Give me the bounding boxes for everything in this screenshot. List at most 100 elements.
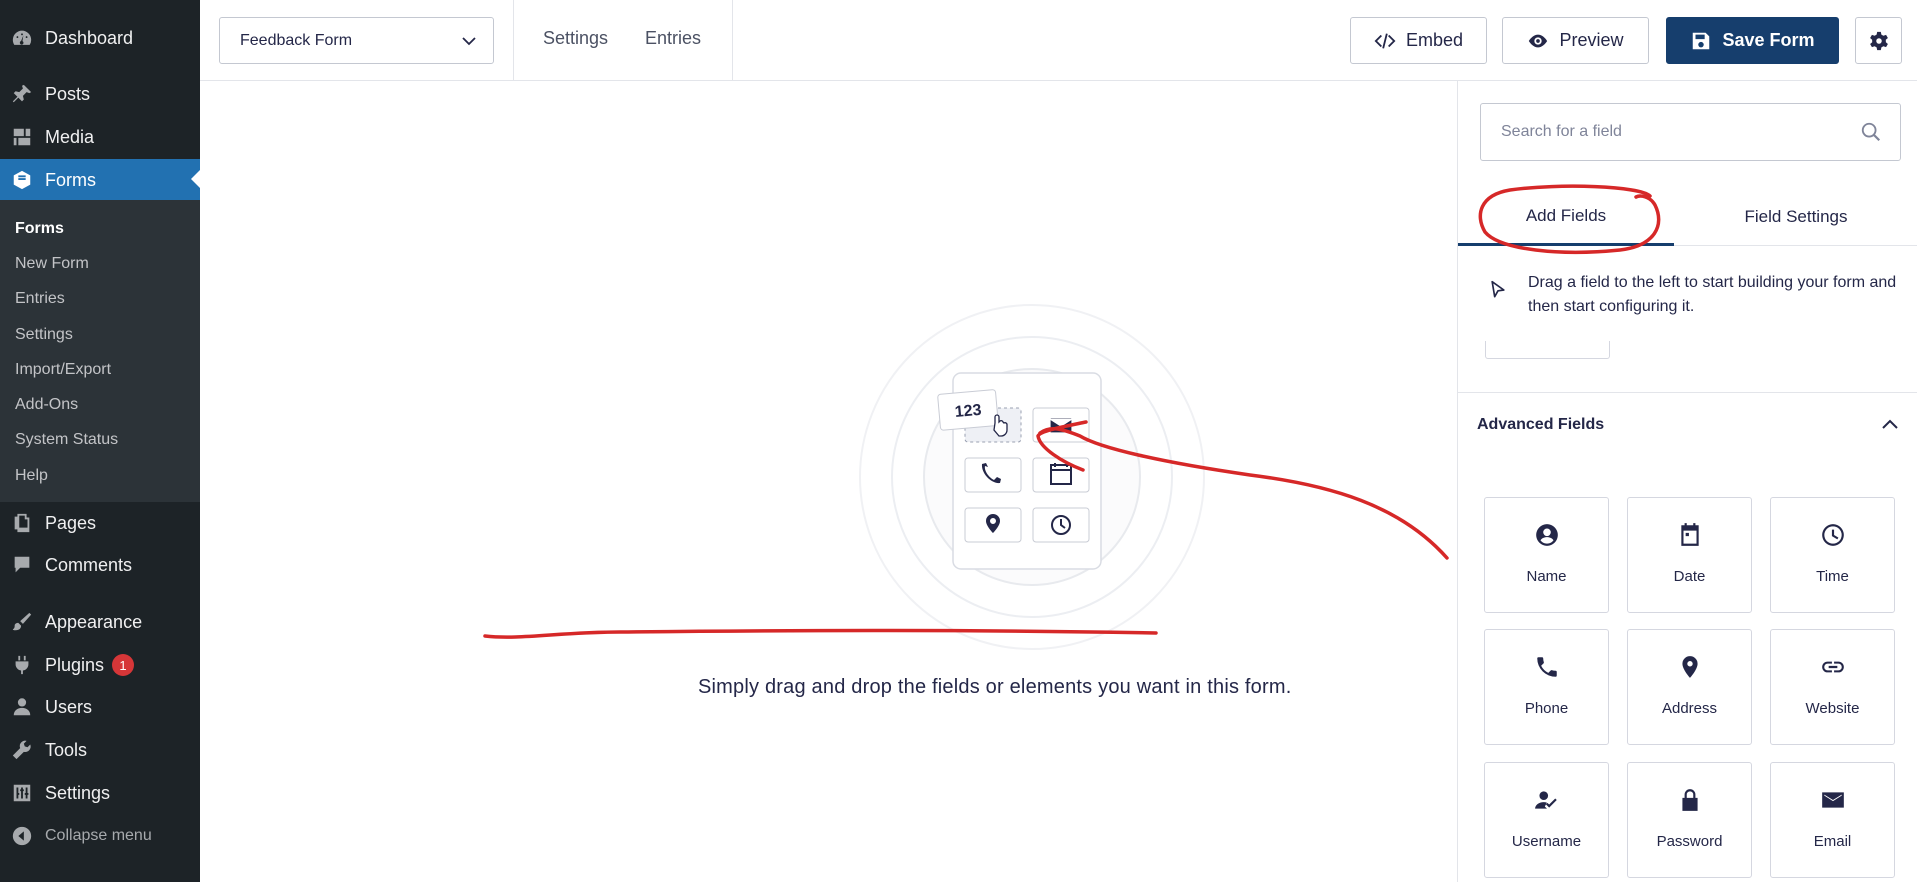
field-card-address[interactable]: Address [1627, 629, 1752, 745]
field-search-input[interactable] [1480, 103, 1901, 161]
plugins-update-badge: 1 [112, 654, 135, 676]
field-card-label: Phone [1524, 700, 1569, 717]
field-card-label: Email [1813, 833, 1852, 850]
sidebar-item-label: Plugins [45, 654, 105, 675]
partially-hidden-field-card [1485, 341, 1610, 359]
clock-icon [1821, 524, 1844, 546]
toolbar-entries-link[interactable]: Entries [645, 28, 701, 49]
field-card-label: Name [1526, 568, 1567, 585]
toolbar-divider [732, 0, 733, 80]
field-card-email[interactable]: Email [1770, 762, 1895, 878]
floppy-disk-icon [1693, 32, 1710, 49]
empty-form-illustration: 123 [859, 304, 1205, 650]
form-editor-toolbar: Feedback Form Settings Entries Embed Pre… [200, 0, 1917, 81]
sidebar-item-label: Dashboard [45, 27, 134, 48]
drag-hint-text: Drag a field to the left to start buildi… [1528, 274, 1897, 315]
form-settings-gear-button[interactable] [1855, 17, 1902, 64]
forms-icon [10, 168, 34, 192]
sidebar-item-label: Posts [45, 83, 91, 104]
brush-icon [10, 610, 34, 634]
field-card-label: Address [1661, 700, 1718, 717]
submenu-settings[interactable]: Settings [15, 326, 73, 344]
collapse-menu-label: Collapse menu [45, 827, 152, 844]
sidebar-item-label: Comments [45, 554, 133, 575]
field-card-label: Date [1673, 568, 1706, 585]
submenu-new-form[interactable]: New Form [15, 255, 89, 273]
sidebar-item-label: Appearance [45, 611, 143, 632]
submenu-forms[interactable]: Forms [15, 220, 64, 238]
media-icon [10, 125, 34, 149]
canvas-empty-message: Simply drag and drop the fields or eleme… [698, 676, 1292, 698]
page-icon [10, 511, 34, 535]
submenu-system-status[interactable]: System Status [15, 431, 118, 449]
pin-icon [10, 82, 34, 106]
code-icon [1374, 32, 1396, 49]
illustration-number-badge: 123 [954, 402, 982, 421]
gear-icon [1869, 31, 1888, 50]
form-switcher-value: Feedback Form [240, 31, 353, 49]
field-card-website[interactable]: Website [1770, 629, 1895, 745]
field-card-label: Time [1816, 568, 1849, 585]
toolbar-settings-link[interactable]: Settings [543, 28, 608, 49]
eye-icon [1529, 34, 1548, 47]
envelope-icon [1821, 792, 1844, 808]
location-pin-icon [1681, 656, 1698, 678]
search-icon [1861, 122, 1881, 142]
sidebar-item-plugins[interactable]: Plugins 1 [0, 645, 200, 685]
field-card-name[interactable]: Name [1484, 497, 1609, 613]
field-picker-panel: Add Fields Field Settings Drag a field t… [1457, 81, 1917, 882]
form-canvas-dropzone[interactable]: 123 Simply drag and drop the fields or e… [200, 81, 1457, 882]
form-switcher-dropdown[interactable]: Feedback Form [219, 17, 494, 64]
submenu-entries[interactable]: Entries [15, 290, 65, 308]
sidebar-item-users[interactable]: Users [0, 687, 200, 727]
wrench-icon [10, 738, 34, 762]
user-icon [10, 695, 34, 719]
sidebar-item-label: Media [45, 126, 95, 147]
sidebar-item-media[interactable]: Media [0, 117, 200, 157]
sidebar-item-label: Tools [45, 739, 88, 760]
sidebar-item-label: Settings [45, 782, 111, 803]
admin-sidebar: Dashboard Posts Media Forms Forms New Fo… [0, 0, 200, 882]
tab-field-settings[interactable]: Field Settings [1674, 188, 1917, 246]
section-divider [1458, 392, 1917, 393]
submenu-add-ons[interactable]: Add-Ons [15, 396, 78, 414]
save-form-button[interactable]: Save Form [1666, 17, 1839, 64]
field-card-time[interactable]: Time [1770, 497, 1895, 613]
field-card-username[interactable]: Username [1484, 762, 1609, 878]
comment-icon [10, 553, 34, 577]
save-form-label: Save Form [1722, 30, 1815, 50]
tab-add-fields[interactable]: Add Fields [1458, 188, 1674, 246]
field-card-label: Username [1511, 833, 1582, 850]
embed-button[interactable]: Embed [1350, 17, 1487, 64]
plug-icon [10, 653, 34, 677]
collapse-menu-button[interactable]: Collapse menu [0, 816, 200, 856]
calendar-icon [1680, 523, 1699, 546]
field-card-date[interactable]: Date [1627, 497, 1752, 613]
field-card-phone[interactable]: Phone [1484, 629, 1609, 745]
phone-icon [1536, 657, 1557, 677]
sidebar-item-comments[interactable]: Comments [0, 545, 200, 585]
user-check-icon [1534, 791, 1557, 809]
field-card-password[interactable]: Password [1627, 762, 1752, 878]
person-circle-icon [1535, 524, 1558, 546]
advanced-fields-title: Advanced Fields [1477, 416, 1605, 433]
drag-hint: Drag a field to the left to start buildi… [1488, 271, 1898, 319]
sidebar-item-dashboard[interactable]: Dashboard [0, 18, 200, 58]
sidebar-item-settings[interactable]: Settings [0, 773, 200, 813]
toolbar-divider [513, 0, 514, 80]
chevron-up-icon[interactable] [1880, 414, 1900, 434]
lock-icon [1681, 789, 1698, 811]
sidebar-item-label: Forms [45, 169, 96, 190]
sliders-icon [10, 781, 34, 805]
submenu-import-export[interactable]: Import/Export [15, 361, 111, 379]
submenu-help[interactable]: Help [15, 467, 48, 485]
sidebar-item-posts[interactable]: Posts [0, 74, 200, 114]
sidebar-item-pages[interactable]: Pages [0, 503, 200, 543]
sidebar-item-appearance[interactable]: Appearance [0, 602, 200, 642]
sidebar-item-forms[interactable]: Forms [0, 159, 200, 201]
embed-label: Embed [1405, 30, 1464, 50]
sidebar-item-label: Users [45, 696, 93, 717]
preview-button[interactable]: Preview [1502, 17, 1649, 64]
field-card-label: Website [1805, 700, 1860, 717]
sidebar-item-tools[interactable]: Tools [0, 730, 200, 770]
